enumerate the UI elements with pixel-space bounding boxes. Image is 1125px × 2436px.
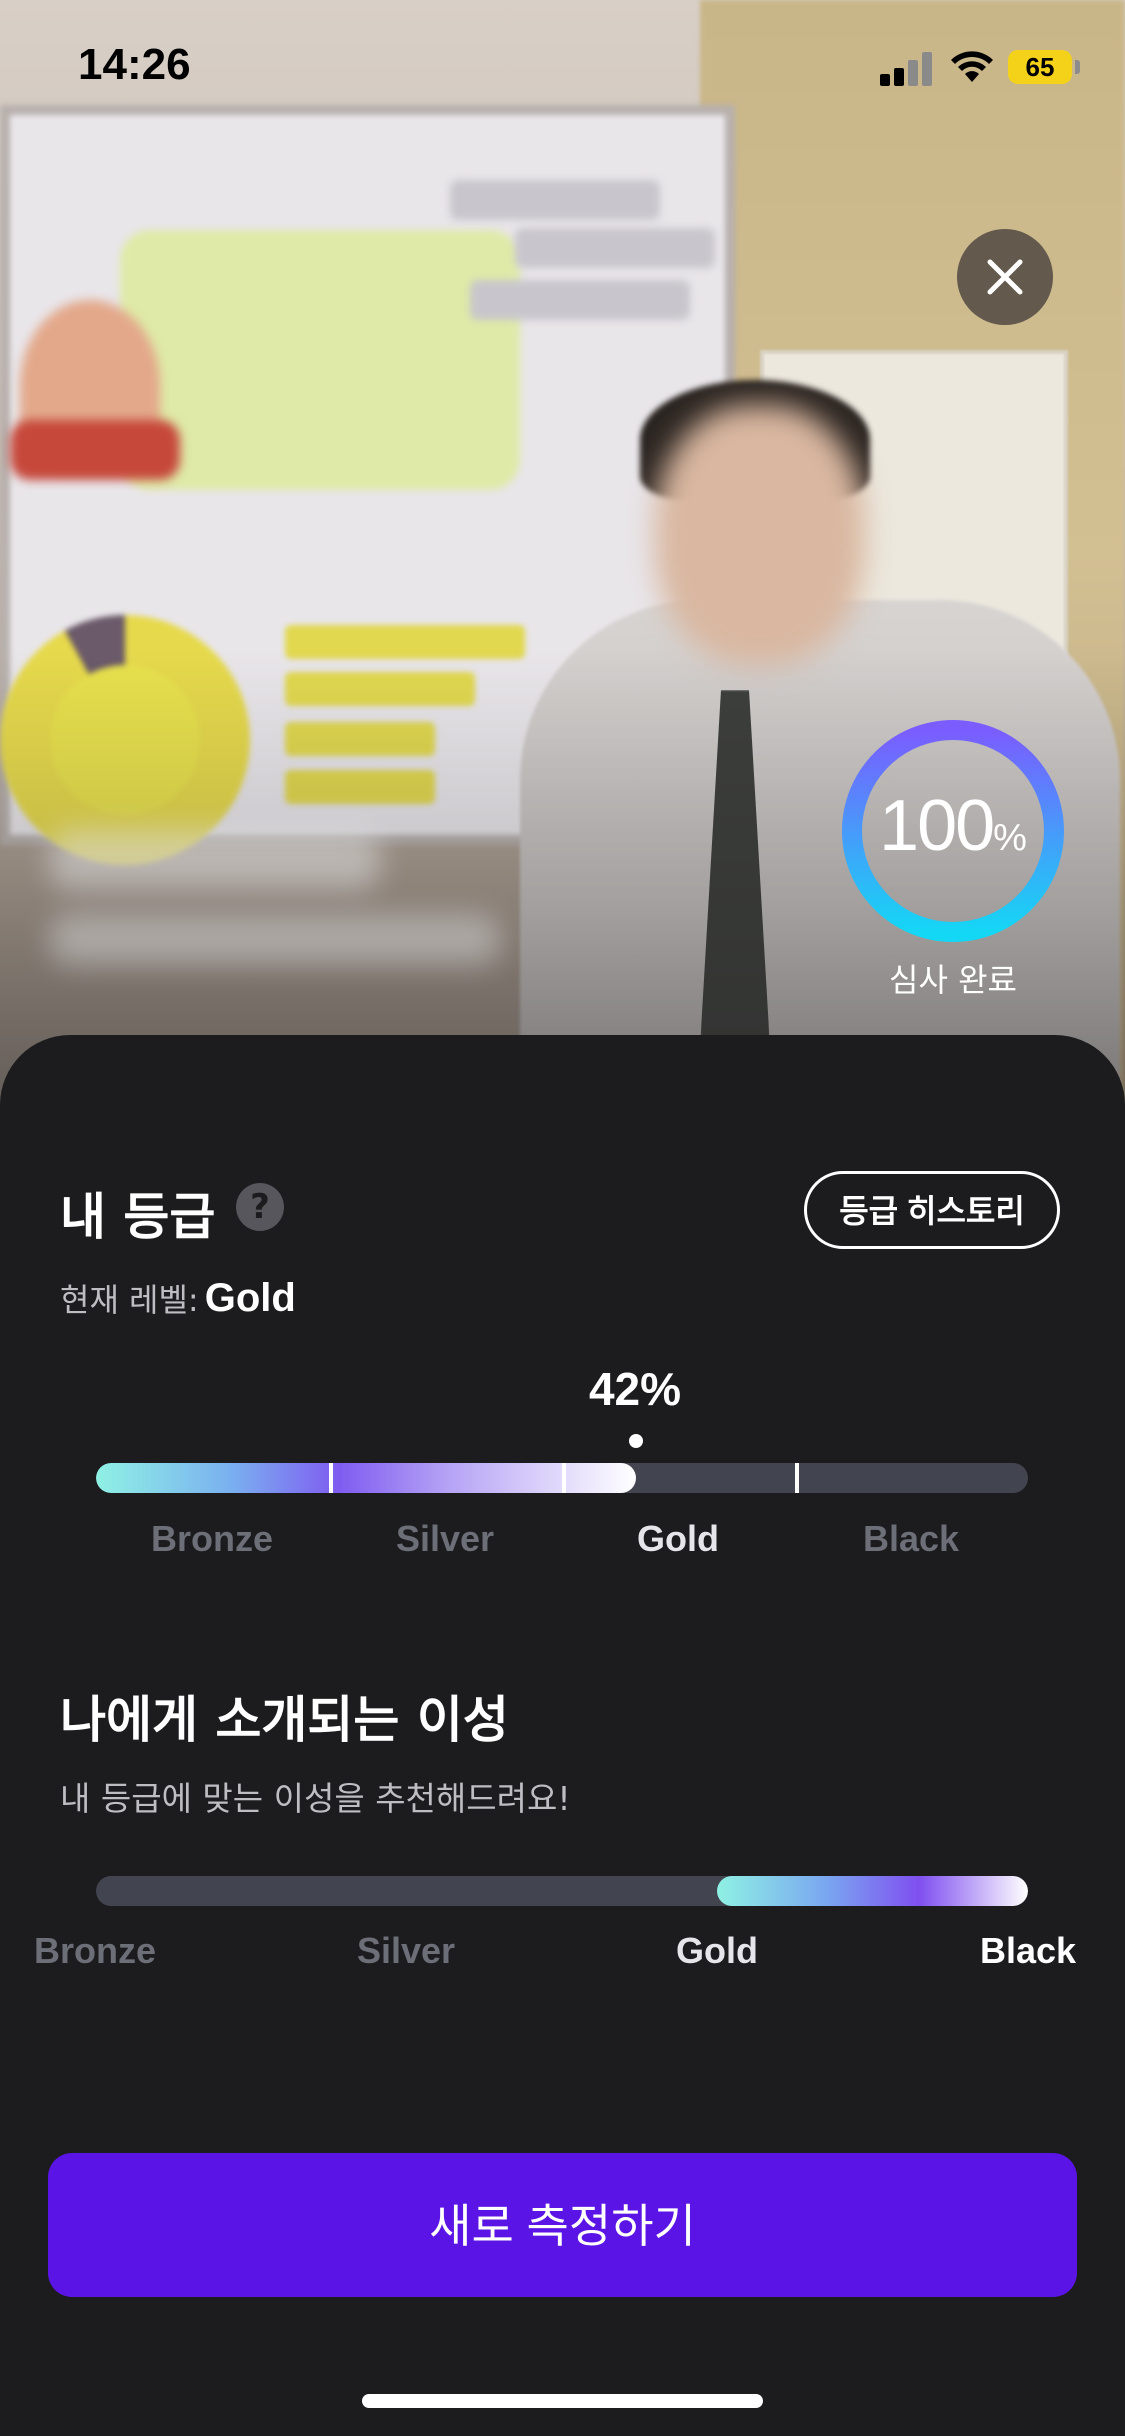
close-icon [987, 259, 1023, 295]
grade-tier-gold: Gold [637, 1518, 719, 1559]
grade-tier-bronze: Bronze [150, 1518, 273, 1559]
intro-tier-bronze: Bronze [33, 1930, 156, 1971]
intro-title: 나에게 소개되는 이성 [60, 1691, 509, 1749]
current-level: 현재 레벨: Gold [60, 1276, 296, 1320]
intro-range-track [96, 1876, 1028, 1906]
review-status-label: 심사 완료 [889, 961, 1017, 999]
home-indicator [362, 2394, 763, 2408]
grade-history-button[interactable]: 등급 히스토리 [804, 1171, 1060, 1249]
grade-tier-divider [562, 1463, 566, 1493]
grade-tier-black: Black [862, 1518, 960, 1559]
grade-progress-fill [96, 1463, 636, 1493]
intro-tier-black: Black [979, 1930, 1077, 1971]
grade-tier-divider [329, 1463, 333, 1493]
grade-progress-marker [629, 1434, 643, 1448]
review-progress-value: 100% [879, 786, 1027, 866]
grade-progress-track [96, 1463, 1028, 1493]
photo-slide-cartoon [10, 420, 180, 480]
intro-subtitle: 내 등급에 맞는 이성을 추천해드려요! [60, 1779, 571, 1818]
wifi-icon [951, 51, 993, 82]
grade-progress-percent: 42% [588, 1363, 682, 1415]
battery-icon: 65 [1008, 50, 1072, 84]
grade-tier-divider [795, 1463, 799, 1493]
photo-slide-chat [515, 228, 715, 268]
signal-icon [880, 50, 936, 86]
intro-range-fill [717, 1876, 1028, 1906]
photo-slide-chat [470, 280, 690, 320]
close-button[interactable] [957, 229, 1053, 325]
photo-slide-chat [450, 180, 660, 220]
new-measure-button[interactable]: 새로 측정하기 [48, 2153, 1077, 2297]
intro-tier-silver: Silver [356, 1930, 456, 1971]
status-time: 14:26 [78, 40, 191, 89]
battery-tip [1075, 60, 1080, 74]
help-icon[interactable]: ? [236, 1183, 284, 1231]
grade-tier-silver: Silver [395, 1518, 495, 1559]
intro-tier-gold: Gold [676, 1930, 758, 1971]
photo-person-face-blurred [655, 405, 865, 665]
grade-title: 내 등급 [60, 1188, 216, 1246]
photo-slide-bubble [120, 230, 520, 490]
